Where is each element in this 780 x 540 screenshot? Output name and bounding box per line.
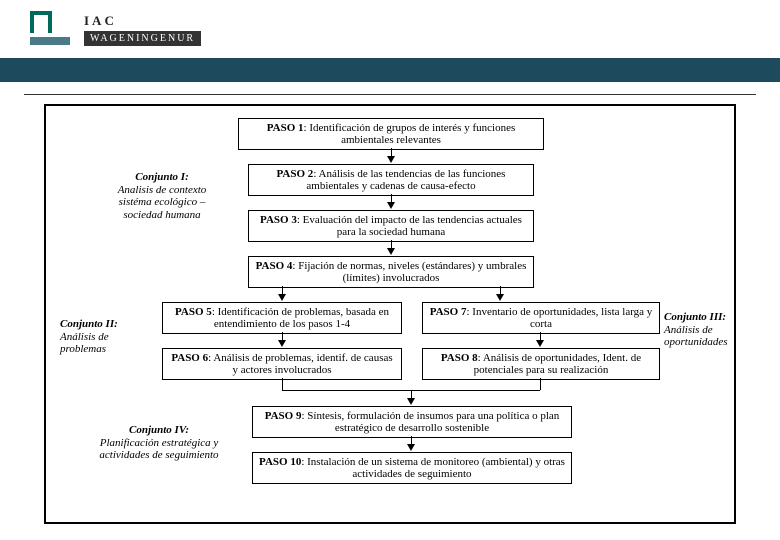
step-10: PASO 10: Instalación de un sistema de mo… — [252, 452, 572, 484]
brand-wageningen: WAGENINGENUR — [84, 31, 201, 46]
blue-band — [0, 58, 780, 82]
divider — [24, 94, 756, 95]
cluster-2-title: Conjunto II: — [60, 318, 118, 330]
step-4: PASO 4: Fijación de normas, niveles (est… — [248, 256, 534, 288]
cluster-3-title: Conjunto III: — [664, 311, 726, 323]
step-8: PASO 8: Análisis de oportunidades, Ident… — [422, 348, 660, 380]
header: IAC WAGENINGENUR — [0, 0, 780, 58]
cluster-4-title: Conjunto IV: — [129, 424, 189, 436]
flow-diagram: PASO 1: Identificación de grupos de inte… — [44, 104, 736, 524]
logo-icon — [30, 11, 70, 47]
brand-iac: IAC — [84, 13, 201, 29]
step-1: PASO 1: Identificación de grupos de inte… — [238, 118, 544, 150]
cluster-1-title: Conjunto I: — [135, 171, 189, 183]
cluster-2-label: Conjunto II: Análisis de problemas — [60, 318, 140, 356]
step-2: PASO 2: Análisis de las tendencias de la… — [248, 164, 534, 196]
step-9: PASO 9: Síntesis, formulación de insumos… — [252, 406, 572, 438]
step-3: PASO 3: Evaluación del impacto de las te… — [248, 210, 534, 242]
step-7: PASO 7: Inventario de oportunidades, lis… — [422, 302, 660, 334]
cluster-3-body: Análisis de oportunidades — [664, 324, 728, 349]
step-5: PASO 5: Identificación de problemas, bas… — [162, 302, 402, 334]
step-6: PASO 6: Análisis de problemas, identif. … — [162, 348, 402, 380]
cluster-4-body: Planificación estratégica y actividades … — [99, 437, 218, 462]
cluster-3-label: Conjunto III: Análisis de oportunidades — [664, 311, 736, 349]
cluster-2-body: Análisis de problemas — [60, 331, 109, 356]
cluster-1-label: Conjunto I: Analisis de contexto sistéma… — [102, 171, 222, 222]
cluster-4-label: Conjunto IV: Planificación estratégica y… — [94, 424, 224, 462]
brand-text: IAC WAGENINGENUR — [84, 13, 201, 46]
cluster-1-body: Analisis de contexto sistéma ecológico –… — [118, 184, 207, 221]
